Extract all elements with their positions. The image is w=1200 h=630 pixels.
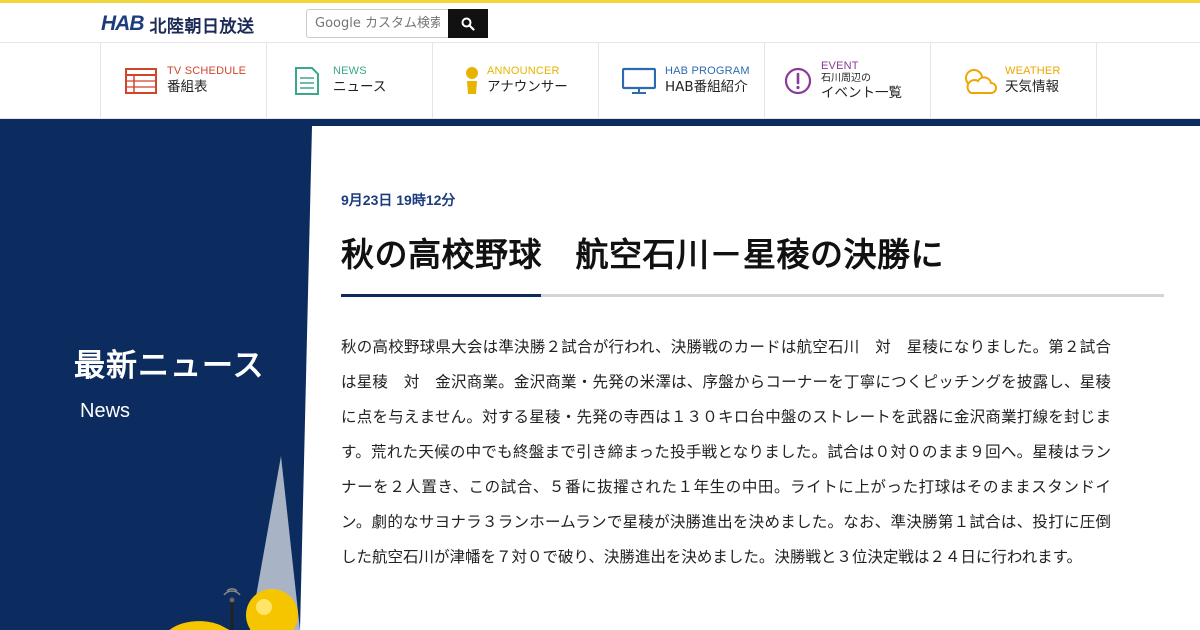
section-subtitle: News <box>80 400 131 422</box>
title-underline <box>341 294 1164 297</box>
mascot-image <box>169 588 298 630</box>
nav-hab-program[interactable]: HAB PROGRAM HAB番組紹介 <box>598 43 764 118</box>
side-panel: 最新ニュース News <box>0 126 312 630</box>
logo-name: 北陸朝日放送 <box>149 16 255 37</box>
nav-news[interactable]: NEWS ニュース <box>266 43 432 118</box>
tv-schedule-icon <box>123 65 159 97</box>
article-body: 秋の高校野球県大会は準決勝２試合が行われ、決勝戦のカードは航空石川 対 星稜にな… <box>341 338 1111 566</box>
search-button[interactable] <box>448 9 488 38</box>
article-date: 9月23日 19時12分 <box>341 192 456 208</box>
search-icon <box>461 17 475 31</box>
logo-mark: HAB <box>101 12 144 35</box>
nav-tv-schedule[interactable]: TV SCHEDULE 番組表 <box>100 43 266 118</box>
nav-label-en: ANNOUNCER <box>487 65 560 78</box>
nav-event[interactable]: EVENT 石川周辺の イベント一覧 <box>764 43 930 118</box>
news-icon <box>289 65 325 97</box>
nav-label-jp: ニュース <box>333 79 387 96</box>
main-nav: TV SCHEDULE 番組表 NEWS ニュース ANNOUNCER アナウン… <box>0 42 1200 119</box>
nav-label-jp: 番組表 <box>167 79 208 96</box>
section-title: 最新ニュース <box>74 348 265 384</box>
nav-label-jp: アナウンサー <box>487 79 568 96</box>
header-divider <box>0 119 1200 126</box>
nav-label-en: WEATHER <box>1005 65 1061 78</box>
announcer-icon <box>461 65 483 97</box>
nav-label-jp-small: 石川周辺の <box>821 73 871 85</box>
monitor-icon <box>621 65 657 97</box>
site-logo[interactable]: HAB 北陸朝日放送 <box>101 12 255 37</box>
article-title: 秋の高校野球 航空石川－星稜の決勝に <box>341 235 944 274</box>
nav-label-jp: イベント一覧 <box>821 84 902 101</box>
nav-label-en: EVENT <box>821 59 859 72</box>
search-input[interactable] <box>306 9 448 38</box>
article: 9月23日 19時12分 秋の高校野球 航空石川－星稜の決勝に 秋の高校野球県大… <box>341 190 1164 566</box>
nav-weather[interactable]: WEATHER 天気情報 <box>930 43 1097 118</box>
exclamation-circle-icon <box>783 65 813 97</box>
search-box <box>306 9 488 38</box>
nav-label-en: HAB PROGRAM <box>665 65 750 78</box>
nav-label-jp: 天気情報 <box>1005 79 1059 96</box>
top-bar: HAB 北陸朝日放送 <box>0 0 1200 42</box>
nav-label-en: TV SCHEDULE <box>167 65 247 78</box>
nav-label-jp: HAB番組紹介 <box>665 79 748 96</box>
nav-label-en: NEWS <box>333 65 367 78</box>
weather-icon <box>961 65 997 97</box>
nav-announcer[interactable]: ANNOUNCER アナウンサー <box>432 43 598 118</box>
